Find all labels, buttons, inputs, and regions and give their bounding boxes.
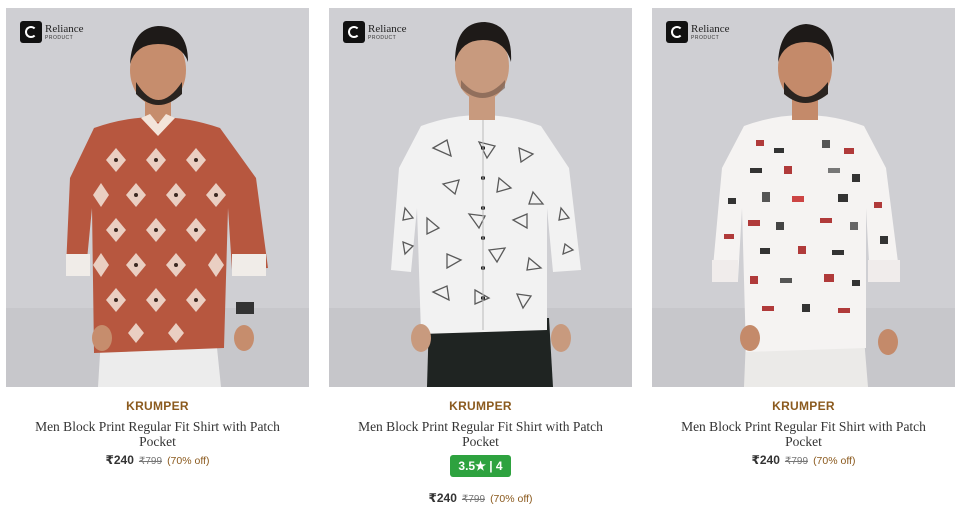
- product-mrp: ₹799: [784, 456, 808, 467]
- logo-name: Reliance: [368, 22, 407, 35]
- product-price: ₹240: [105, 453, 134, 467]
- reliance-logo: Reliance PRODUCT: [666, 21, 729, 43]
- product-mrp: ₹799: [461, 494, 485, 505]
- logo-name: Reliance: [691, 22, 730, 35]
- logo-sub: PRODUCT: [45, 34, 74, 41]
- reliance-logo-icon: [20, 21, 42, 43]
- logo-sub: PRODUCT: [691, 34, 720, 41]
- price-row: ₹240 ₹799 (70% off): [652, 453, 955, 467]
- rating-badge: 3.5★ | 4: [450, 455, 511, 477]
- product-image[interactable]: Reliance PRODUCT: [6, 8, 309, 387]
- product-title[interactable]: Men Block Print Regular Fit Shirt with P…: [6, 419, 309, 449]
- product-brand[interactable]: KRUMPER: [329, 399, 632, 413]
- product-title[interactable]: Men Block Print Regular Fit Shirt with P…: [652, 419, 955, 449]
- logo-sub: PRODUCT: [368, 34, 397, 41]
- product-card[interactable]: Reliance PRODUCT KRUMPER Men Block Print…: [6, 8, 309, 467]
- product-discount: (70% off): [490, 493, 533, 505]
- product-mrp: ₹799: [138, 456, 162, 467]
- price-row: ₹240 ₹799 (70% off): [329, 491, 632, 505]
- product-card[interactable]: Reliance PRODUCT KRUMPER Men Block Print…: [652, 8, 955, 467]
- reliance-logo: Reliance PRODUCT: [343, 21, 406, 43]
- product-discount: (70% off): [167, 455, 210, 467]
- model-photo: [652, 8, 955, 387]
- product-image[interactable]: Reliance PRODUCT: [329, 8, 632, 387]
- reliance-logo-icon: [666, 21, 688, 43]
- reliance-logo: Reliance PRODUCT: [20, 21, 83, 43]
- product-info: KRUMPER Men Block Print Regular Fit Shir…: [329, 387, 632, 505]
- product-brand[interactable]: KRUMPER: [652, 399, 955, 413]
- product-grid: Reliance PRODUCT KRUMPER Men Block Print…: [0, 0, 972, 528]
- reliance-logo-icon: [343, 21, 365, 43]
- product-price: ₹240: [751, 453, 780, 467]
- model-photo: [329, 8, 632, 387]
- product-price: ₹240: [428, 491, 457, 505]
- product-info: KRUMPER Men Block Print Regular Fit Shir…: [6, 387, 309, 467]
- logo-name: Reliance: [45, 22, 84, 35]
- product-image[interactable]: Reliance PRODUCT: [652, 8, 955, 387]
- product-brand[interactable]: KRUMPER: [6, 399, 309, 413]
- product-title[interactable]: Men Block Print Regular Fit Shirt with P…: [329, 419, 632, 449]
- model-photo: [6, 8, 309, 387]
- price-row: ₹240 ₹799 (70% off): [6, 453, 309, 467]
- product-info: KRUMPER Men Block Print Regular Fit Shir…: [652, 387, 955, 467]
- product-card[interactable]: Reliance PRODUCT KRUMPER Men Block Print…: [329, 8, 632, 505]
- product-discount: (70% off): [813, 455, 856, 467]
